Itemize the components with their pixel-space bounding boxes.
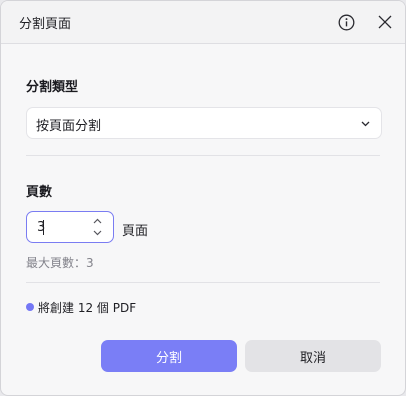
split-button[interactable]: 分割: [101, 340, 237, 372]
result-summary: 將創建 12 個 PDF: [38, 301, 137, 315]
split-pages-dialog: 分割頁面 分割類型 按頁面分割 頁數 3 頁面 最大頁數：3 將創建 12 個 …: [0, 0, 406, 396]
page-count-input[interactable]: [37, 218, 87, 236]
split-type-value: 按頁面分割: [36, 119, 102, 134]
max-pages-hint: 最大頁數：3: [26, 256, 94, 270]
dialog-title: 分割頁面: [19, 17, 72, 32]
split-type-select[interactable]: 按頁面分割: [26, 107, 382, 139]
cancel-button[interactable]: 取消: [245, 340, 381, 372]
text-caret: [43, 220, 44, 235]
dialog-titlebar: 分割頁面: [1, 1, 405, 44]
split-type-label: 分割類型: [26, 80, 79, 95]
close-icon[interactable]: [373, 10, 397, 34]
pages-unit: 頁面: [122, 224, 149, 239]
decrement-icon[interactable]: [91, 228, 103, 238]
info-icon[interactable]: [334, 10, 358, 34]
page-count-stepper[interactable]: [26, 211, 114, 243]
pages-label: 頁數: [26, 185, 53, 200]
status-dot: [26, 303, 34, 311]
divider: [26, 155, 380, 156]
chevron-down-icon: [361, 121, 370, 127]
divider: [26, 282, 380, 283]
increment-icon[interactable]: [91, 216, 103, 226]
